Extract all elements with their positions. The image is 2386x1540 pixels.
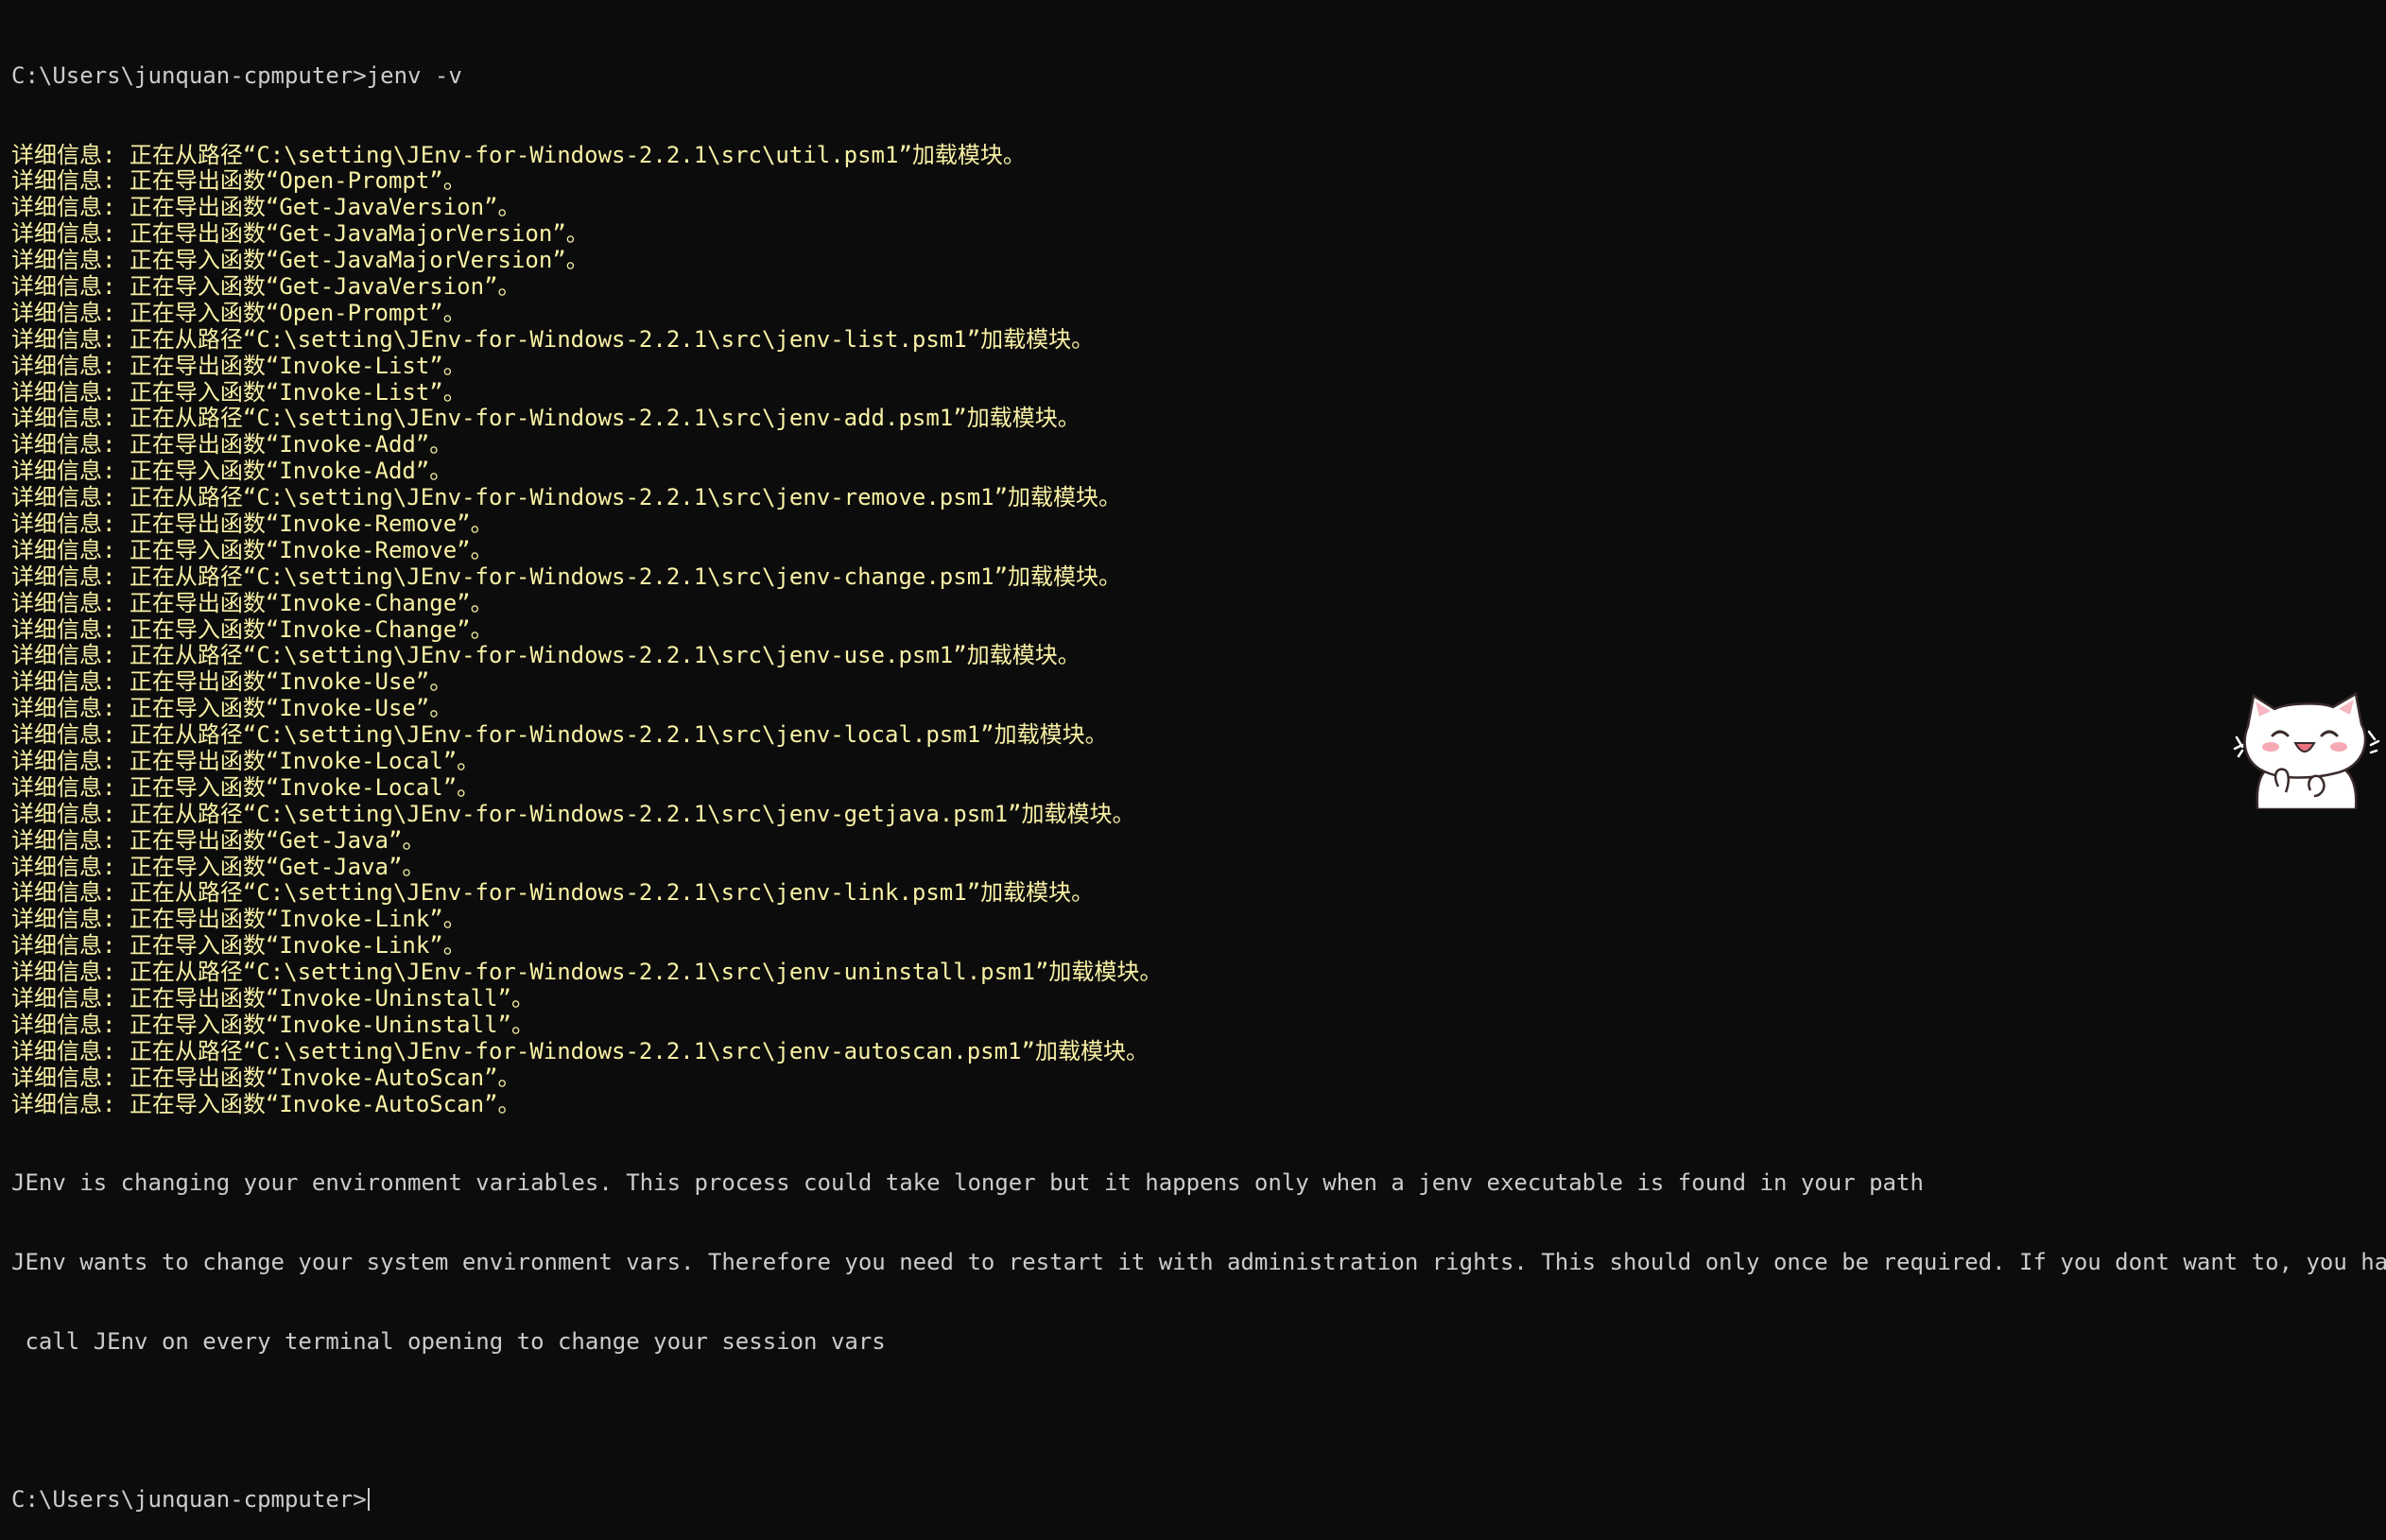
verbose-line: 详细信息: 正在导入函数“Open-Prompt”。 [11, 299, 466, 326]
info-message-line: JEnv is changing your environment variab… [11, 1169, 1924, 1197]
verbose-line: 详细信息: 正在导入函数“Get-JavaMajorVersion”。 [11, 247, 589, 274]
verbose-line: 详细信息: 正在从路径“C:\setting\JEnv-for-Windows-… [11, 879, 1095, 907]
verbose-line: 详细信息: 正在从路径“C:\setting\JEnv-for-Windows-… [11, 484, 1122, 511]
verbose-line: 详细信息: 正在导出函数“Open-Prompt”。 [11, 167, 466, 195]
verbose-line: 详细信息: 正在导入函数“Invoke-Local”。 [11, 773, 480, 801]
verbose-line: 详细信息: 正在导入函数“Invoke-Use”。 [11, 695, 453, 722]
verbose-line: 详细信息: 正在导出函数“Invoke-List”。 [11, 352, 466, 379]
current-prompt-text: C:\Users\junquan-cpmputer> [11, 1486, 367, 1514]
verbose-line: 详细信息: 正在导入函数“Invoke-Link”。 [11, 932, 466, 960]
verbose-line: 详细信息: 正在导出函数“Invoke-Uninstall”。 [11, 985, 534, 1012]
verbose-line: 详细信息: 正在导出函数“Invoke-AutoScan”。 [11, 1064, 521, 1091]
verbose-line: 详细信息: 正在从路径“C:\setting\JEnv-for-Windows-… [11, 642, 1081, 669]
verbose-line: 详细信息: 正在导出函数“Invoke-Link”。 [11, 906, 466, 933]
prompt-command-line: C:\Users\junquan-cpmputer>jenv -v [11, 61, 462, 89]
verbose-output: 详细信息: 正在从路径“C:\setting\JEnv-for-Windows-… [11, 141, 2386, 1118]
verbose-line: 详细信息: 正在导入函数“Invoke-Add”。 [11, 458, 453, 485]
verbose-line: 详细信息: 正在从路径“C:\setting\JEnv-for-Windows-… [11, 959, 1163, 986]
verbose-line: 详细信息: 正在导出函数“Invoke-Local”。 [11, 748, 480, 774]
verbose-line: 详细信息: 正在导出函数“Get-Java”。 [11, 826, 425, 854]
admin-message-line-wrap: call JEnv on every terminal opening to c… [11, 1327, 886, 1355]
verbose-line: 详细信息: 正在导出函数“Invoke-Remove”。 [11, 510, 493, 537]
verbose-line: 详细信息: 正在从路径“C:\setting\JEnv-for-Windows-… [11, 325, 1095, 353]
verbose-line: 详细信息: 正在导出函数“Invoke-Add”。 [11, 431, 453, 459]
terminal-window[interactable]: C:\Users\junquan-cpmputer>jenv -v 详细信息: … [0, 0, 2386, 1513]
verbose-line: 详细信息: 正在导出函数“Get-JavaMajorVersion”。 [11, 220, 589, 248]
verbose-line: 详细信息: 正在从路径“C:\setting\JEnv-for-Windows-… [11, 800, 1135, 827]
verbose-line: 详细信息: 正在导出函数“Invoke-Change”。 [11, 589, 493, 616]
verbose-line: 详细信息: 正在导入函数“Get-Java”。 [11, 853, 425, 880]
verbose-line: 详细信息: 正在从路径“C:\setting\JEnv-for-Windows-… [11, 405, 1081, 432]
verbose-line: 详细信息: 正在导入函数“Invoke-Change”。 [11, 615, 493, 643]
verbose-line: 详细信息: 正在导入函数“Get-JavaVersion”。 [11, 272, 521, 300]
verbose-line: 详细信息: 正在导出函数“Invoke-Use”。 [11, 668, 453, 696]
verbose-line: 详细信息: 正在从路径“C:\setting\JEnv-for-Windows-… [11, 562, 1122, 590]
verbose-line: 详细信息: 正在导入函数“Invoke-AutoScan”。 [11, 1090, 521, 1117]
verbose-line: 详细信息: 正在导入函数“Invoke-Remove”。 [11, 536, 493, 563]
admin-message-line: JEnv wants to change your system environ… [11, 1248, 2386, 1275]
verbose-line: 详细信息: 正在从路径“C:\setting\JEnv-for-Windows-… [11, 721, 1108, 749]
verbose-line: 详细信息: 正在导出函数“Get-JavaVersion”。 [11, 194, 521, 221]
verbose-line: 详细信息: 正在导入函数“Invoke-Uninstall”。 [11, 1011, 534, 1038]
text-cursor [367, 1488, 370, 1512]
current-prompt-line[interactable]: C:\Users\junquan-cpmputer> [11, 1486, 2386, 1514]
cat-sticker-icon [2233, 692, 2380, 809]
verbose-line: 详细信息: 正在从路径“C:\setting\JEnv-for-Windows-… [11, 1037, 1149, 1064]
verbose-line: 详细信息: 正在导入函数“Invoke-List”。 [11, 378, 466, 406]
verbose-line: 详细信息: 正在从路径“C:\setting\JEnv-for-Windows-… [11, 141, 1026, 168]
